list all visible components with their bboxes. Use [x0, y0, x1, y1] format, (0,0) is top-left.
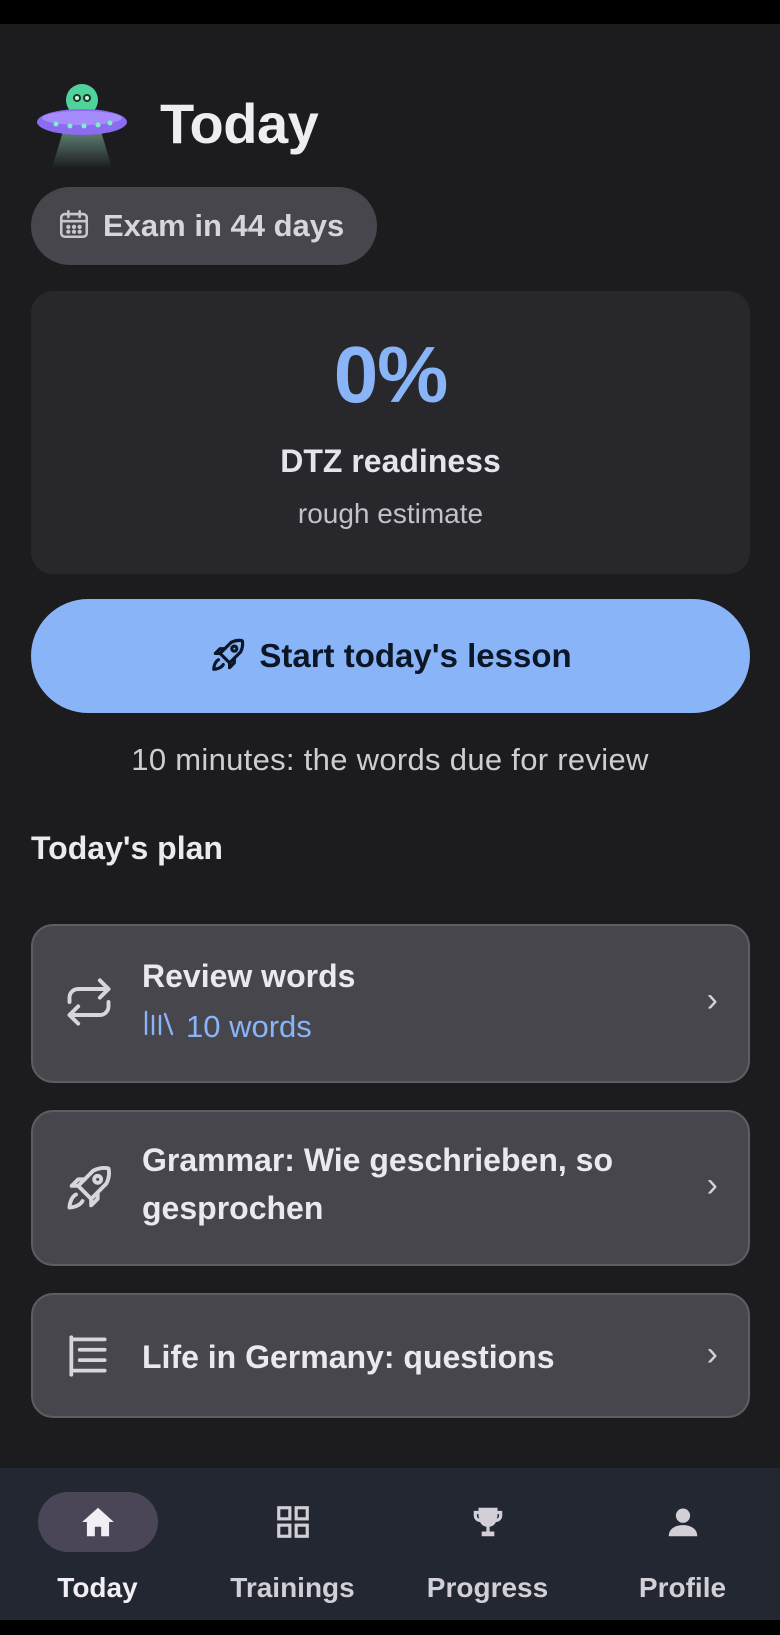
plan-item-title: Review words: [142, 958, 356, 994]
word-count: 10 words: [186, 1009, 312, 1044]
list-icon: [63, 1331, 113, 1386]
start-lesson-button[interactable]: Start today's lesson: [31, 599, 750, 713]
page-title: Today: [160, 91, 319, 155]
calendar-icon: [57, 207, 91, 246]
library-icon: [142, 1008, 174, 1046]
nav-label: Progress: [426, 1572, 549, 1603]
exam-countdown-label: Exam in 44 days: [103, 208, 345, 243]
plan-item-life-in-germany[interactable]: Life in Germany: questions ›: [31, 1293, 750, 1418]
readiness-percent: 0%: [333, 330, 449, 419]
readiness-title: DTZ readiness: [280, 443, 501, 479]
nav-label: Trainings: [230, 1572, 355, 1603]
plan-item-review-words[interactable]: Review words 10 words ›: [31, 924, 750, 1083]
home-icon: [37, 1492, 158, 1552]
start-lesson-label: Start today's lesson: [259, 637, 572, 674]
readiness-card: 0% DTZ readiness rough estimate: [31, 291, 750, 574]
rocket-icon: [209, 636, 247, 677]
plan-item-title: Grammar: Wie geschrieben, so gesprochen: [142, 1142, 613, 1226]
trophy-icon: [428, 1492, 548, 1552]
ufo-mascot-icon: [34, 78, 130, 168]
nav-item-profile[interactable]: Profile: [585, 1468, 780, 1620]
chevron-right-icon: ›: [706, 981, 718, 1019]
lesson-duration-note: 10 minutes: the words due for review: [131, 742, 649, 777]
nav-label: Profile: [638, 1572, 727, 1603]
header: Today: [34, 78, 319, 168]
plan-item-meta: 10 words: [142, 1008, 312, 1046]
rocket-icon: [63, 1162, 115, 1219]
today-screen: Today Exam in 44 days 0% DTZ readiness r…: [0, 24, 780, 1620]
person-icon: [623, 1492, 743, 1552]
nav-item-progress[interactable]: Progress: [390, 1468, 585, 1620]
nav-item-today[interactable]: Today: [0, 1468, 195, 1620]
nav-label: Today: [57, 1572, 138, 1603]
plan-item-grammar[interactable]: Grammar: Wie geschrieben, so gesprochen …: [31, 1110, 750, 1266]
plan-item-title: Life in Germany: questions: [142, 1339, 555, 1375]
plan-heading: Today's plan: [31, 830, 223, 866]
bottom-navigation: Today Trainings Progress Profile: [0, 1468, 780, 1620]
exam-countdown-chip[interactable]: Exam in 44 days: [31, 187, 377, 265]
chevron-right-icon: ›: [706, 1166, 718, 1204]
chevron-right-icon: ›: [706, 1335, 718, 1373]
grid-icon: [233, 1492, 353, 1552]
readiness-subtitle: rough estimate: [297, 498, 484, 529]
nav-item-trainings[interactable]: Trainings: [195, 1468, 390, 1620]
repeat-icon: [63, 976, 115, 1033]
